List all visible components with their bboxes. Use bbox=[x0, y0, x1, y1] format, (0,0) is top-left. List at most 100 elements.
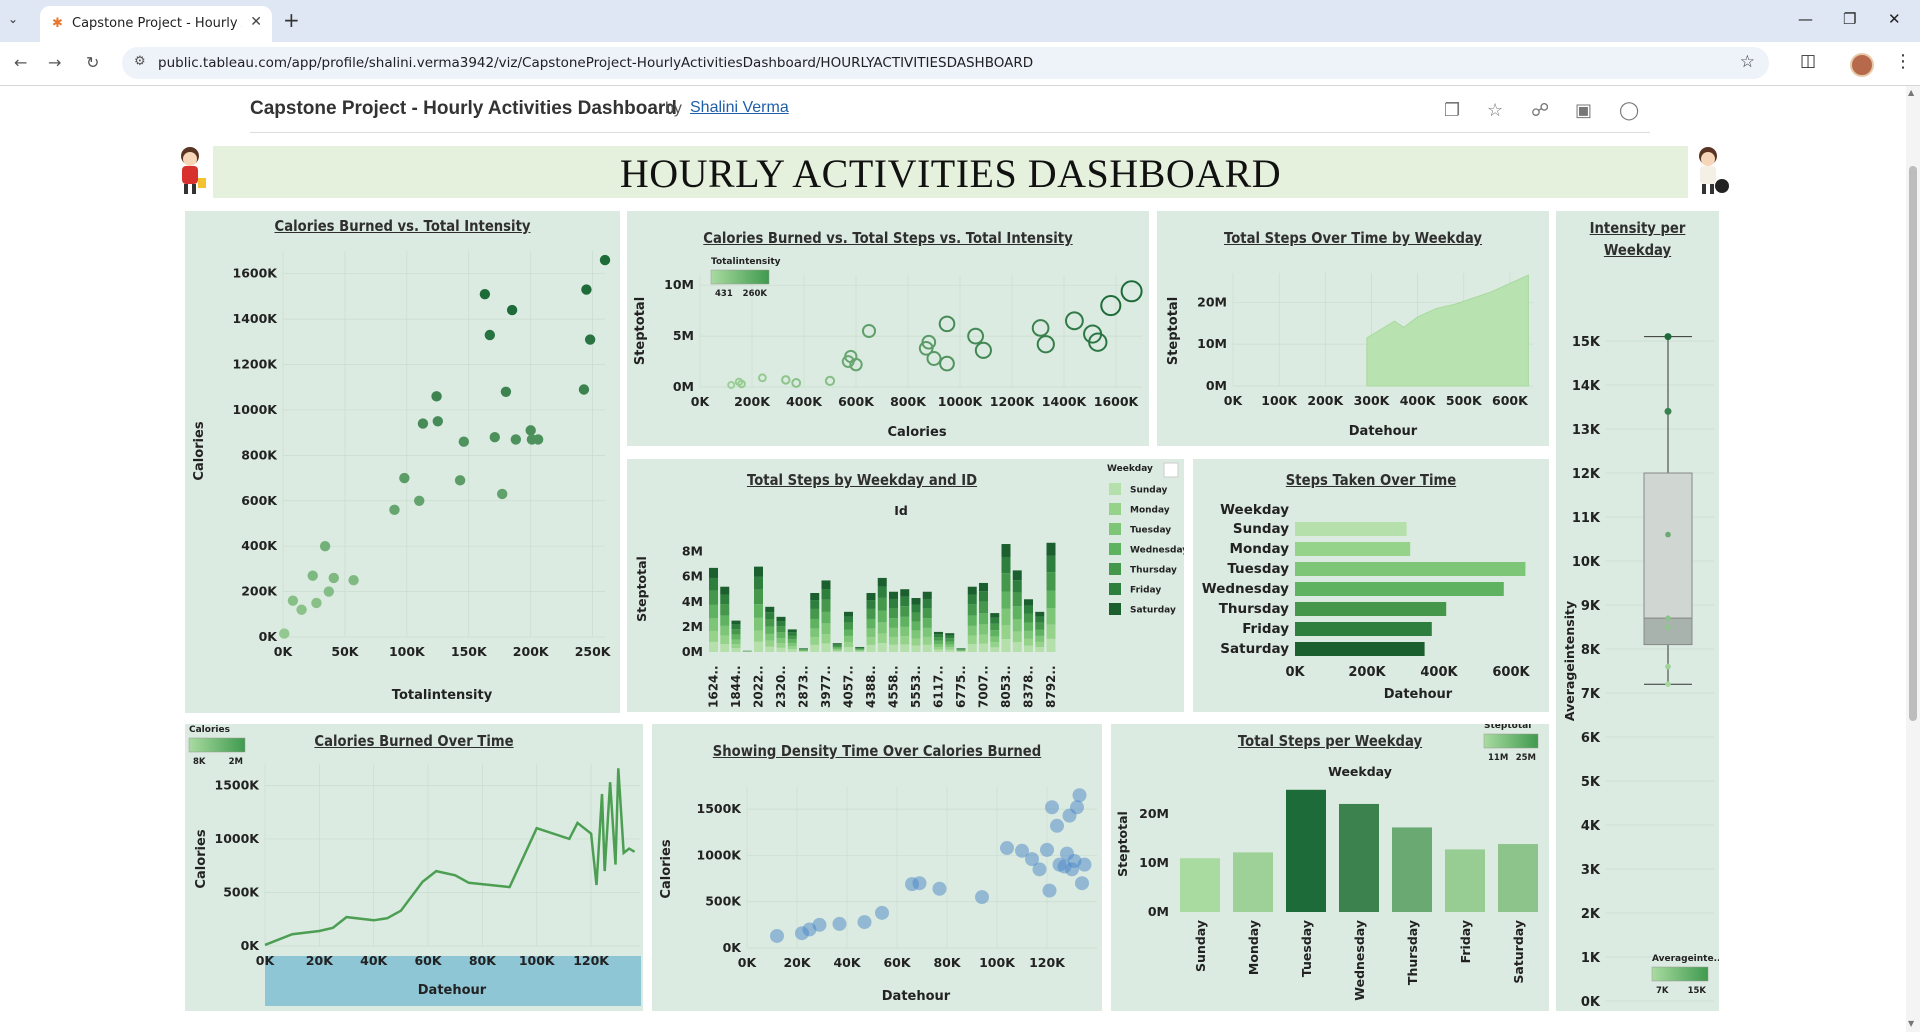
y-axis-label: Steptotal bbox=[1166, 297, 1181, 365]
share-icon[interactable]: ☍ bbox=[1531, 100, 1549, 121]
tick-label: 20K bbox=[783, 955, 811, 970]
stacked-bar-segment bbox=[1001, 625, 1011, 640]
bookmark-star-icon[interactable]: ☆ bbox=[1740, 52, 1755, 72]
legend-entry: Saturday bbox=[1130, 606, 1176, 616]
site-info-icon[interactable]: ⚙ bbox=[134, 54, 146, 69]
density-time-calories-chart[interactable]: 0K 500K 1000K 1500K 0K 20K 40K 60K 80K 100K 120K Da… bbox=[652, 724, 1102, 1011]
tick-label: 7K bbox=[1581, 687, 1601, 702]
legend-swatch bbox=[1109, 583, 1121, 595]
browser-menu-icon[interactable]: ⋮ bbox=[1894, 51, 1912, 72]
stacked-bar-segment bbox=[990, 613, 1000, 618]
calories-over-time-chart[interactable]: 0K 500K 1000K 1500K 0K 20K 40K 60K 80K 100K 120K Da… bbox=[185, 724, 643, 1011]
stacked-bar-segment bbox=[754, 589, 763, 605]
tick-label: 1844.. bbox=[729, 665, 743, 708]
stacked-bar-segment bbox=[967, 594, 977, 605]
download-icon[interactable]: ▣ bbox=[1575, 100, 1592, 121]
stacked-bar-segment bbox=[990, 642, 1000, 648]
copy-icon[interactable]: ❐ bbox=[1444, 100, 1460, 121]
page-scrollbar[interactable]: ▲ ▼ bbox=[1906, 86, 1920, 1032]
scroll-up-icon[interactable]: ▲ bbox=[1908, 88, 1914, 97]
stacked-bar-segment bbox=[844, 611, 853, 617]
tick-label: 60K bbox=[883, 955, 911, 970]
tab-search-chevron-icon[interactable]: ⌄ bbox=[8, 12, 18, 26]
legend-ramp bbox=[188, 737, 246, 753]
steps-taken-over-time-chart[interactable]: Weekday Sunday Monday Tuesday Wednesday Thurs… bbox=[1193, 459, 1549, 712]
stacked-bar-segment bbox=[889, 618, 898, 628]
browser-tab[interactable]: ✱ Capstone Project - Hourly Activi ✕ bbox=[40, 6, 272, 42]
tick-label: 6117.. bbox=[932, 665, 946, 708]
scrollbar-thumb[interactable] bbox=[1909, 166, 1917, 721]
stacked-bar-segment bbox=[754, 576, 763, 590]
tick-label: 6775.. bbox=[954, 665, 968, 708]
calories-vs-intensity-chart[interactable]: 0K 200K 400K 600K 800K 1000K 1200K 1400K 1600K 0K… bbox=[185, 211, 620, 713]
density-point bbox=[1072, 788, 1087, 803]
stacked-bar-segment bbox=[1012, 570, 1022, 581]
y-axis-label: Calories bbox=[194, 829, 209, 888]
minimize-icon[interactable]: — bbox=[1798, 10, 1813, 28]
dashboard-title: HOURLY ACTIVITIES DASHBOARD bbox=[619, 151, 1282, 196]
fullscreen-icon[interactable]: ◯ bbox=[1619, 100, 1639, 121]
stacked-bar-segment bbox=[922, 591, 932, 599]
stacked-bar-segment bbox=[911, 645, 921, 652]
density-point bbox=[812, 917, 827, 932]
stacked-bar-segment bbox=[765, 626, 775, 634]
stacked-bar-segment bbox=[866, 608, 876, 619]
tick-label: 6M bbox=[682, 569, 703, 584]
author-link[interactable]: Shalini Verma bbox=[690, 99, 789, 117]
stacked-bar-segment bbox=[967, 615, 977, 626]
bar bbox=[1295, 602, 1447, 616]
stacked-bar-segment bbox=[866, 600, 876, 609]
restore-icon[interactable]: ❐ bbox=[1843, 10, 1856, 28]
reload-icon[interactable]: ↻ bbox=[86, 53, 99, 72]
calories-steps-intensity-chart[interactable]: 0M 5M 10M 0K 200K 400K 600K 800K 1000K 1200K 1400K… bbox=[627, 211, 1149, 446]
scatter-point bbox=[506, 304, 518, 316]
extensions-icon[interactable]: ◫ bbox=[1800, 51, 1816, 71]
favorite-star-icon[interactable]: ☆ bbox=[1487, 100, 1503, 121]
stacked-bar-segment bbox=[787, 646, 797, 650]
stacked-bar-segment bbox=[844, 622, 853, 630]
stacked-bar-segment bbox=[821, 634, 831, 644]
steps-per-weekday-chart[interactable]: 0M 10M 20M Weekday Steptotal Sunday Monday Tues… bbox=[1111, 724, 1549, 1011]
stacked-bar-segment bbox=[889, 644, 898, 652]
stacked-bar-segment bbox=[900, 606, 910, 617]
y-axis-label: Calories bbox=[192, 421, 207, 480]
stacked-bar-segment bbox=[855, 649, 865, 651]
legend-title: Steptotal bbox=[1484, 724, 1531, 731]
stacked-bar-segment bbox=[900, 636, 910, 645]
bubble-point bbox=[1036, 335, 1055, 354]
scatter-point bbox=[525, 425, 536, 436]
tick-label: 10M bbox=[1197, 336, 1227, 351]
intensity-per-weekday-chart[interactable]: 0K 1K 2K 3K 4K 5K 6K 7K 8K 9K 10K 11K 12K 13K 14K 15K Av… bbox=[1556, 211, 1719, 1011]
tick-label: 200K bbox=[241, 584, 278, 599]
tick-label: 4388.. bbox=[864, 665, 878, 708]
forward-icon[interactable]: → bbox=[48, 53, 61, 72]
stacked-bar-segment bbox=[720, 604, 730, 616]
stacked-bar-segment bbox=[709, 604, 718, 619]
url-text[interactable]: public.tableau.com/app/profile/shalini.v… bbox=[158, 55, 1033, 71]
scatter-point bbox=[328, 572, 339, 584]
close-tab-icon[interactable]: ✕ bbox=[250, 14, 262, 30]
stacked-bar-segment bbox=[855, 651, 865, 652]
tick-label: 40K bbox=[360, 953, 388, 968]
stacked-bar-segment bbox=[844, 616, 853, 623]
y-axis-label: Steptotal bbox=[634, 556, 649, 622]
omnibox[interactable]: ⚙ public.tableau.com/app/profile/shalini… bbox=[122, 47, 1769, 79]
new-tab-icon[interactable]: + bbox=[283, 8, 300, 32]
density-point bbox=[1070, 800, 1084, 815]
steps-by-weekday-id-chart[interactable]: 0M 2M 4M 6M 8M Id Steptotal 1624.. 1844.. 2022.. 2… bbox=[627, 459, 1184, 712]
tick-label: 2K bbox=[1581, 907, 1601, 922]
close-window-icon[interactable]: ✕ bbox=[1888, 10, 1901, 28]
tick-label: 9K bbox=[1581, 599, 1601, 614]
density-point bbox=[1042, 883, 1057, 898]
back-icon[interactable]: ← bbox=[14, 53, 27, 72]
category-label: Thursday bbox=[1405, 920, 1420, 985]
tick-label: 2320.. bbox=[774, 665, 788, 708]
stacked-bar-segment bbox=[900, 644, 910, 652]
tick-label: 600K bbox=[1492, 665, 1530, 680]
legend-swatch bbox=[1109, 543, 1121, 555]
scatter-point bbox=[479, 288, 491, 300]
stacked-bar-segment bbox=[1035, 611, 1045, 617]
steps-over-time-weekday-chart[interactable]: 0M 10M 20M 0K 100K 200K 300K 400K 500K 600K Dateho… bbox=[1157, 211, 1549, 446]
profile-avatar[interactable] bbox=[1850, 53, 1874, 77]
scroll-down-icon[interactable]: ▼ bbox=[1908, 1019, 1914, 1028]
